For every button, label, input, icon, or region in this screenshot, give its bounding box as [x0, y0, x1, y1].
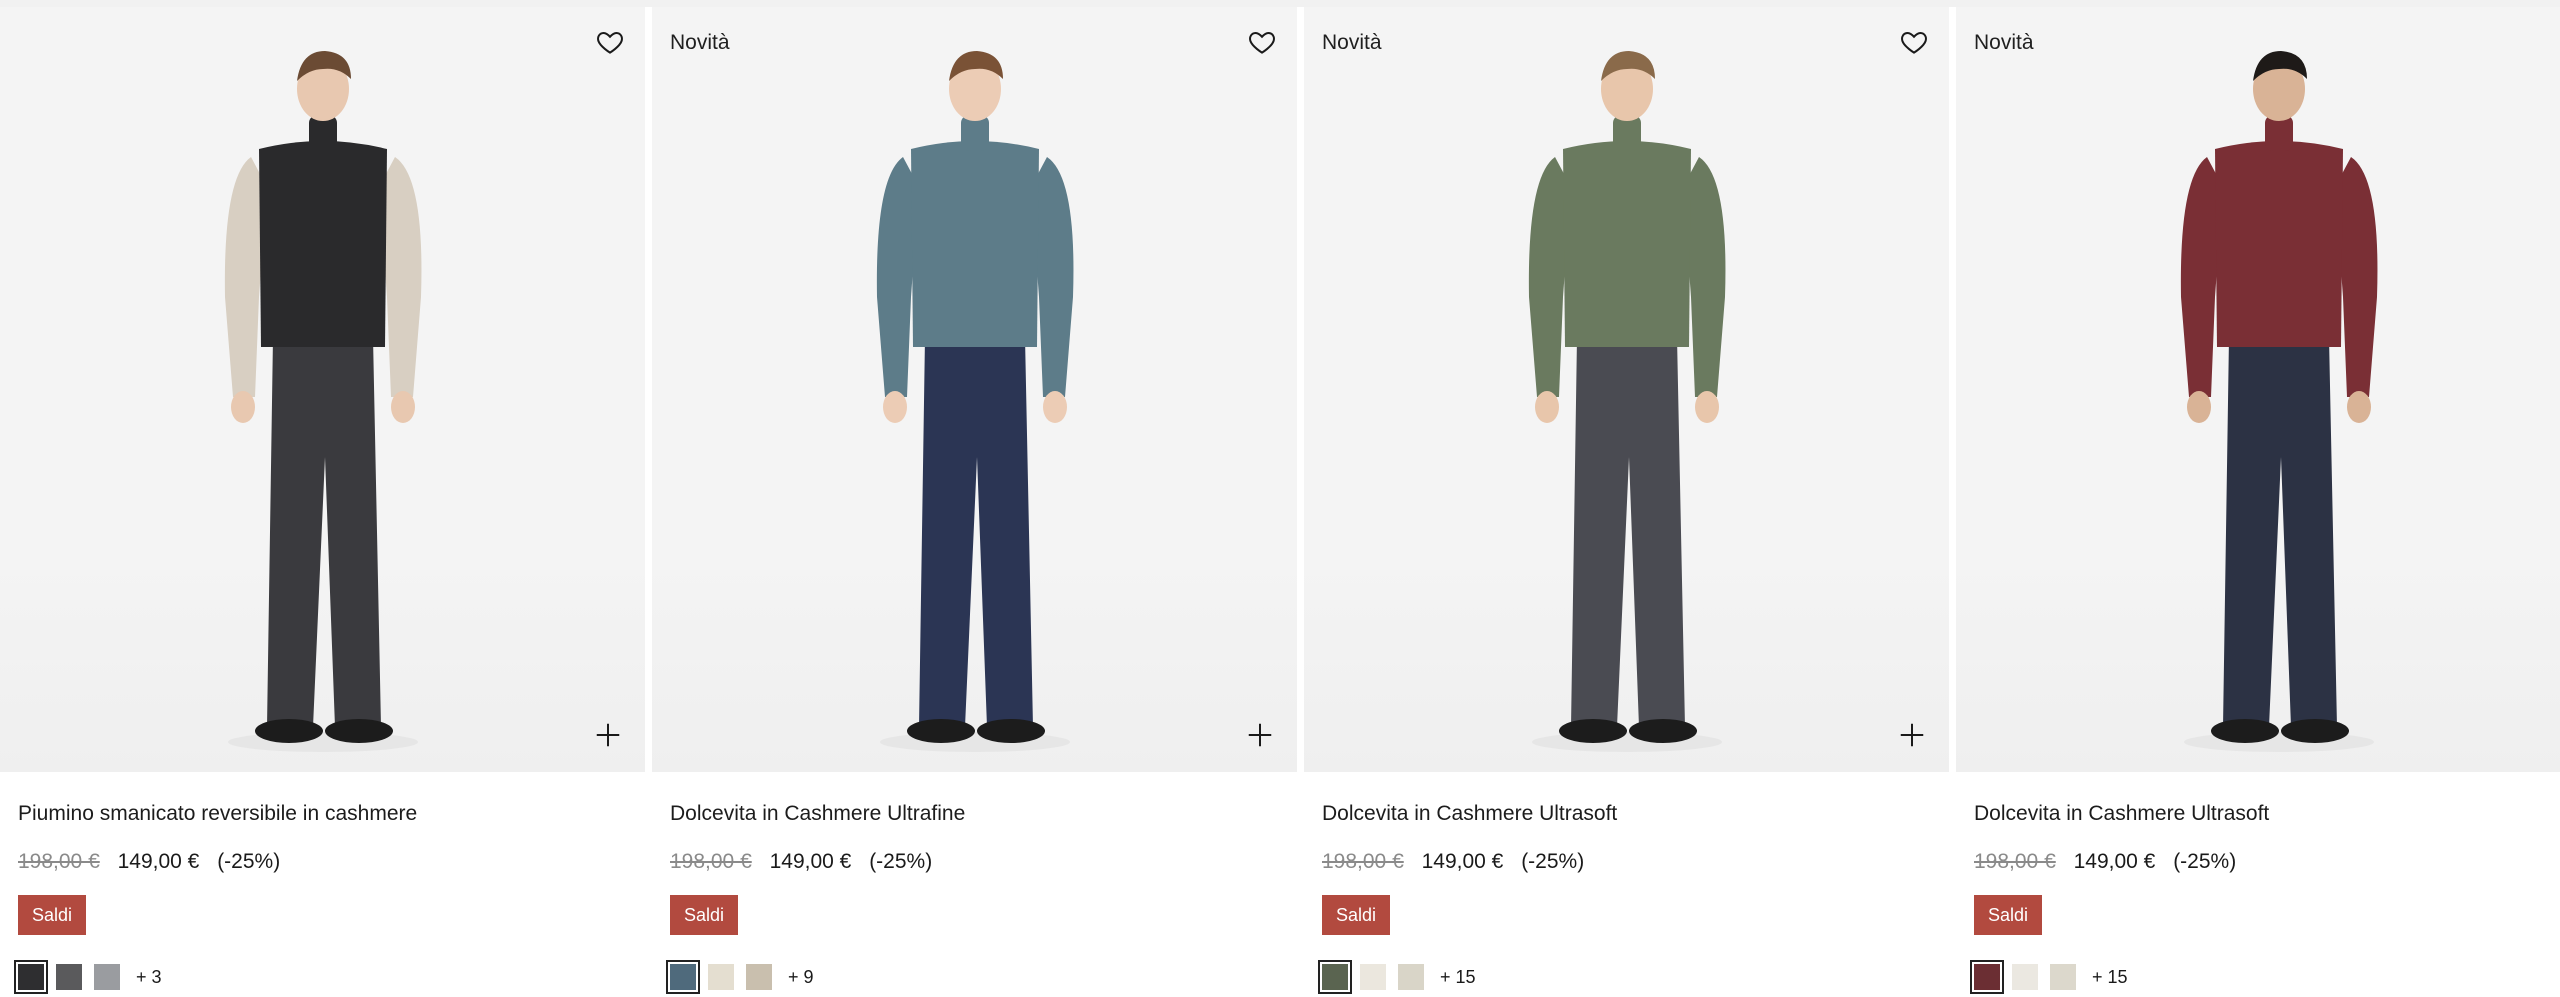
left-shoe [906, 719, 975, 743]
color-swatch[interactable] [56, 964, 82, 990]
torso [1562, 141, 1691, 347]
product-image[interactable]: Novità [1956, 7, 2560, 772]
product-image[interactable]: Novità [652, 7, 1297, 772]
discount-percent: (-25%) [869, 850, 933, 873]
pants [1570, 337, 1685, 727]
product-title[interactable]: Dolcevita in Cashmere Ultrasoft [1322, 802, 1617, 826]
product-title[interactable]: Dolcevita in Cashmere Ultrafine [670, 802, 965, 826]
left-hand [2186, 391, 2211, 423]
color-swatch[interactable] [708, 964, 734, 990]
sale-badge: Saldi [1974, 895, 2043, 935]
top-strip [0, 0, 2560, 7]
price-row: 198,00 € 149,00 € (-25%) [1322, 850, 1584, 874]
new-badge: Novità [1974, 31, 2034, 54]
quick-add-plus-icon[interactable] [593, 720, 623, 750]
right-shoe [324, 719, 393, 743]
original-price: 198,00 € [1322, 850, 1404, 873]
discount-percent: (-25%) [1521, 850, 1585, 873]
right-hand [1042, 391, 1067, 423]
torso [910, 141, 1039, 347]
sale-price: 149,00 € [1421, 850, 1504, 873]
color-swatch[interactable] [2012, 964, 2038, 990]
discount-percent: (-25%) [2173, 850, 2237, 873]
product-image[interactable] [0, 7, 645, 772]
pants [2222, 337, 2337, 727]
pants [918, 337, 1033, 727]
wishlist-heart-icon[interactable] [1899, 27, 1929, 57]
right-hand [1694, 391, 1719, 423]
color-swatch[interactable] [746, 964, 772, 990]
wishlist-heart-icon[interactable] [595, 27, 625, 57]
color-swatches: + 9 [666, 960, 814, 994]
left-shoe [1558, 719, 1627, 743]
model-figure [1528, 51, 1725, 752]
color-swatch[interactable] [1360, 964, 1386, 990]
model-figure [2180, 51, 2377, 752]
color-swatch[interactable] [2050, 964, 2076, 990]
left-shoe [254, 719, 323, 743]
color-swatch[interactable] [1398, 964, 1424, 990]
product-card[interactable]: Piumino smanicato reversibile in cashmer… [0, 7, 652, 997]
product-grid: Piumino smanicato reversibile in cashmer… [0, 7, 2560, 997]
more-colors-count[interactable]: + 9 [788, 967, 814, 988]
color-swatches: + 15 [1970, 960, 2128, 994]
original-price: 198,00 € [18, 850, 100, 873]
quick-add-plus-icon[interactable] [1897, 720, 1927, 750]
product-card[interactable]: Novità Dolcevita in Cashmere Ultrasoft 1… [1304, 7, 1956, 997]
torso [258, 141, 387, 347]
right-hand [390, 391, 415, 423]
original-price: 198,00 € [670, 850, 752, 873]
product-image[interactable]: Novità [1304, 7, 1949, 772]
sale-badge: Saldi [670, 895, 739, 935]
new-badge: Novità [670, 31, 730, 54]
right-hand [2346, 391, 2371, 423]
left-hand [882, 391, 907, 423]
pants [266, 337, 381, 727]
quick-add-plus-icon[interactable] [1245, 720, 1275, 750]
color-swatches: + 3 [14, 960, 162, 994]
torso [2214, 141, 2343, 347]
right-shoe [976, 719, 1045, 743]
color-swatch[interactable] [1318, 960, 1352, 994]
sale-price: 149,00 € [769, 850, 852, 873]
product-card[interactable]: Novità Dolcevita in Cashmere Ultrafine 1… [652, 7, 1304, 997]
more-colors-count[interactable]: + 3 [136, 967, 162, 988]
sale-badge: Saldi [1322, 895, 1391, 935]
product-title[interactable]: Piumino smanicato reversibile in cashmer… [18, 802, 417, 826]
left-shoe [2210, 719, 2279, 743]
sale-badge: Saldi [18, 895, 87, 935]
color-swatch[interactable] [14, 960, 48, 994]
product-title[interactable]: Dolcevita in Cashmere Ultrasoft [1974, 802, 2269, 826]
model-figure [876, 51, 1073, 752]
sale-price: 149,00 € [117, 850, 200, 873]
price-row: 198,00 € 149,00 € (-25%) [670, 850, 932, 874]
model-figure [224, 51, 421, 752]
color-swatch[interactable] [666, 960, 700, 994]
right-shoe [2280, 719, 2349, 743]
right-shoe [1628, 719, 1697, 743]
more-colors-count[interactable]: + 15 [1440, 967, 1476, 988]
product-card[interactable]: Novità Dolcevita in Cashmere Ultrasoft 1… [1956, 7, 2560, 997]
new-badge: Novità [1322, 31, 1382, 54]
left-hand [1534, 391, 1559, 423]
color-swatch[interactable] [94, 964, 120, 990]
price-row: 198,00 € 149,00 € (-25%) [18, 850, 280, 874]
left-hand [230, 391, 255, 423]
color-swatches: + 15 [1318, 960, 1476, 994]
color-swatch[interactable] [1970, 960, 2004, 994]
wishlist-heart-icon[interactable] [1247, 27, 1277, 57]
original-price: 198,00 € [1974, 850, 2056, 873]
more-colors-count[interactable]: + 15 [2092, 967, 2128, 988]
discount-percent: (-25%) [217, 850, 281, 873]
sale-price: 149,00 € [2073, 850, 2156, 873]
price-row: 198,00 € 149,00 € (-25%) [1974, 850, 2236, 874]
